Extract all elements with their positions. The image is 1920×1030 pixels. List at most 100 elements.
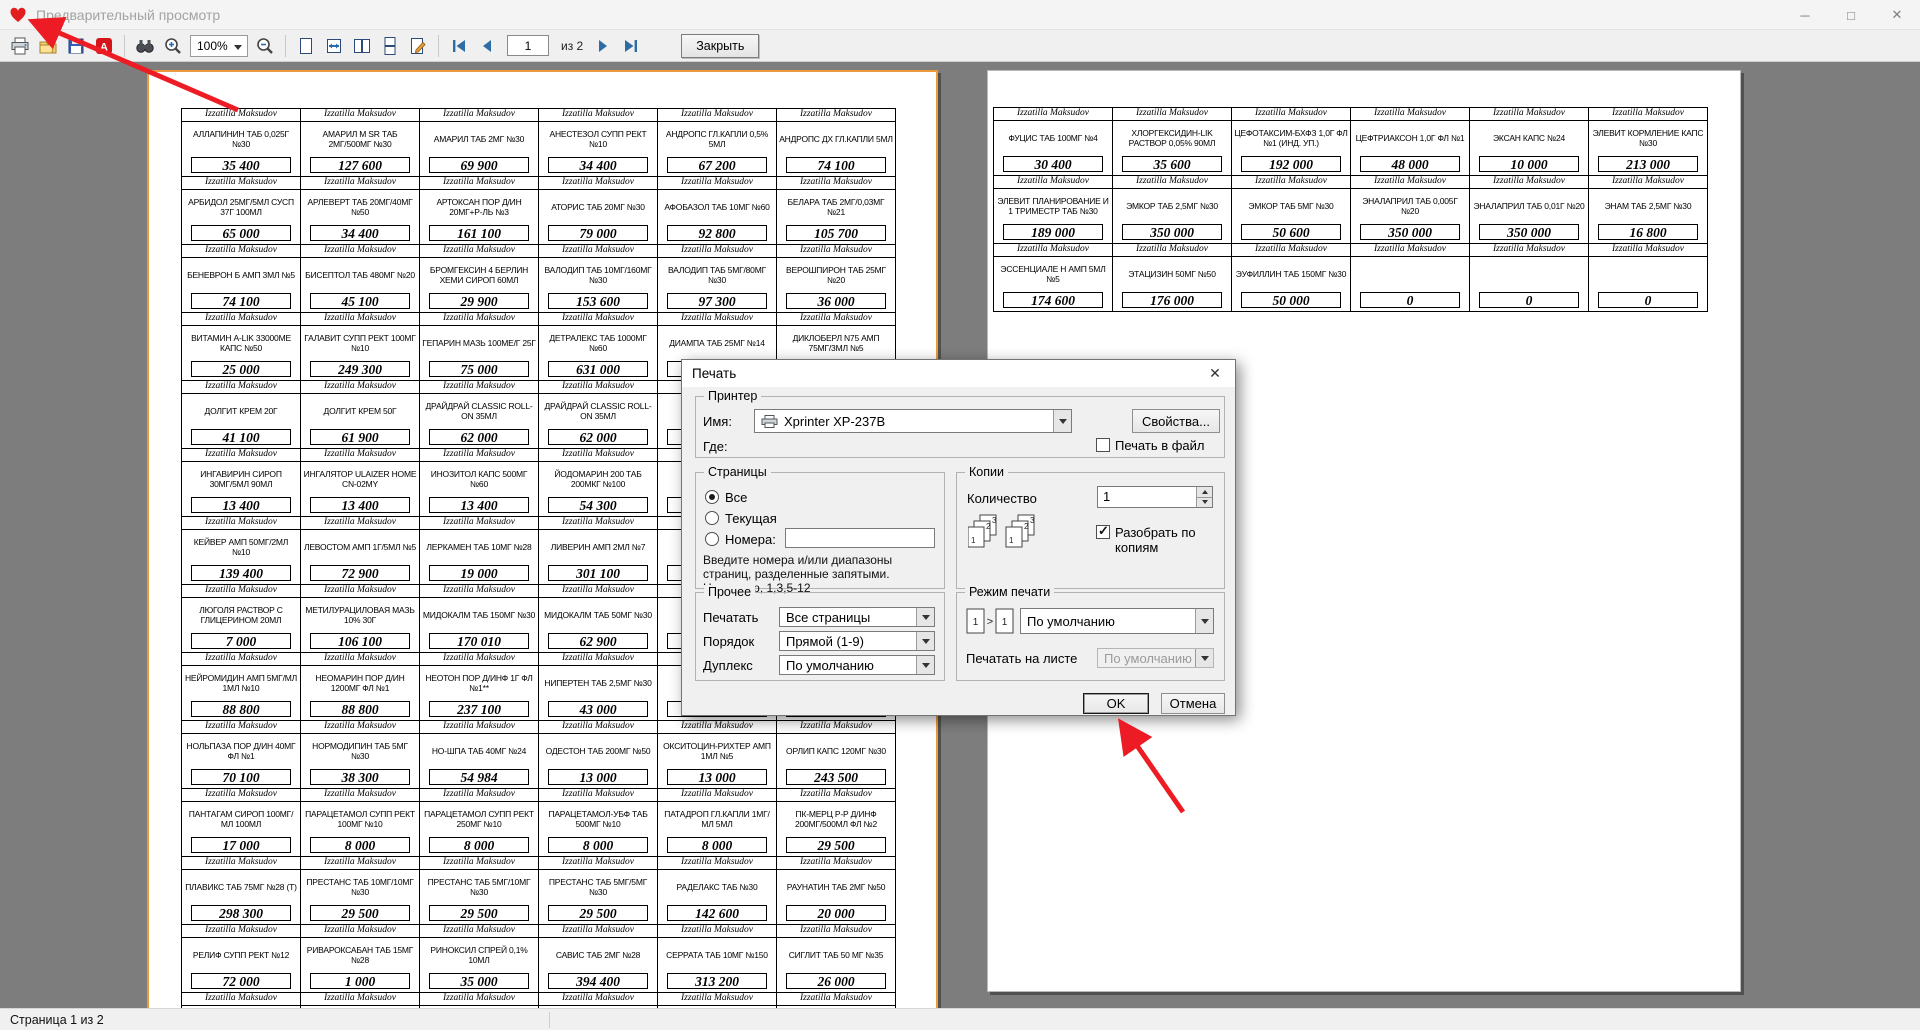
radio-all-pages[interactable] (705, 490, 719, 504)
print-on-sheet-combo[interactable]: По умолчанию (1097, 648, 1214, 668)
radio-current-page[interactable] (705, 511, 719, 525)
price-label: Izzatilla MaksudovСАВИС ТАБ 2МГ №28394 4… (539, 925, 658, 993)
label-product-name: БЕЛАРА ТАБ 2МГ/0,03МГ №21 (777, 190, 895, 224)
quantity-spinner[interactable]: 1 (1097, 486, 1213, 508)
radio-page-numbers[interactable] (705, 532, 719, 546)
label-product-name: ЛЮГОЛЯ РАСТВОР С ГЛИЦЕРИНОМ 20МЛ (182, 598, 300, 632)
label-owner-name: Izzatilla Maksudov (301, 653, 419, 666)
print-mode-dropdown[interactable] (1195, 609, 1213, 633)
first-page-button[interactable] (445, 33, 472, 59)
print-to-file-checkbox[interactable] (1096, 438, 1110, 452)
close-preview-button[interactable]: Закрыть (681, 34, 759, 58)
label-owner-name: Izzatilla Maksudov (777, 789, 895, 802)
label-price: 97 300 (667, 293, 767, 309)
prev-page-button[interactable] (473, 33, 500, 59)
page-numbers-input[interactable] (785, 528, 935, 548)
page-count-label: из 2 (561, 39, 583, 53)
minimize-button[interactable]: ─ (1782, 0, 1828, 30)
print-mode-combo[interactable]: По умолчанию (1020, 608, 1214, 634)
label-price: 105 700 (786, 225, 886, 241)
price-label: Izzatilla MaksudovЛЮГОЛЯ РАСТВОР С ГЛИЦЕ… (182, 585, 301, 653)
price-label: Izzatilla MaksudovПРЕСТАНС ТАБ 10МГ/10МГ… (301, 857, 420, 925)
label-product-name: ГЕПАРИН МАЗЬ 100МЕ/Г 25Г (420, 326, 538, 360)
label-owner-name: Izzatilla Maksudov (1589, 244, 1707, 257)
page-width-button[interactable] (320, 33, 347, 59)
whole-page-button[interactable] (292, 33, 319, 59)
last-page-button[interactable] (617, 33, 644, 59)
price-label: Izzatilla MaksudovФУЦИС ТАБ 100МГ №430 4… (994, 108, 1113, 176)
printer-icon (10, 36, 30, 56)
pdf-export-button[interactable]: A (90, 33, 117, 59)
print-on-sheet-dropdown[interactable] (1195, 649, 1213, 667)
price-label: Izzatilla MaksudovВИТАМИН А-LIK 33000МЕ … (182, 313, 301, 381)
label-price: 13 000 (667, 769, 767, 785)
label-price: 70 100 (191, 769, 291, 785)
print-mode-icon: 1 > 1 (966, 606, 1014, 636)
spinner-down-button[interactable] (1197, 498, 1212, 508)
properties-button[interactable]: Свойства... (1132, 409, 1220, 433)
label-price: 153 600 (548, 293, 648, 309)
label-product-name: МИДОКАЛМ ТАБ 50МГ №30 (539, 598, 657, 632)
find-button[interactable] (131, 33, 158, 59)
collate-checkbox[interactable] (1096, 525, 1110, 539)
price-label: Izzatilla MaksudovБИСЕПТОЛ ТАБ 480МГ №20… (301, 245, 420, 313)
label-price: 92 800 (667, 225, 767, 241)
page-number-input[interactable] (507, 35, 549, 56)
edit-page-button[interactable] (404, 33, 431, 59)
open-button[interactable] (34, 33, 61, 59)
duplex-combo[interactable]: По умолчанию (779, 655, 935, 675)
price-label: Izzatilla MaksudovДОЛГИТ КРЕМ 50Г61 900 (301, 381, 420, 449)
zoom-out-button[interactable] (251, 33, 278, 59)
next-page-button[interactable] (589, 33, 616, 59)
printer-combo-dropdown[interactable] (1053, 410, 1071, 432)
label-product-name: ЭНАЛАПРИЛ ТАБ 0,005Г №20 (1351, 189, 1469, 223)
save-button[interactable] (62, 33, 89, 59)
dialog-close-button[interactable]: ✕ (1196, 361, 1234, 386)
chevron-down-icon (1201, 656, 1209, 661)
label-owner-name: Izzatilla Maksudov (182, 177, 300, 190)
price-label: Izzatilla MaksudovПАРАЦЕТАМОЛ-УБФ ТАБ 50… (539, 789, 658, 857)
print-on-sheet-value: По умолчанию (1104, 651, 1192, 666)
label-owner-name: Izzatilla Maksudov (539, 381, 657, 394)
label-owner-name: Izzatilla Maksudov (301, 993, 419, 1006)
print-what-combo[interactable]: Все страницы (779, 607, 935, 627)
duplex-dropdown[interactable] (916, 656, 934, 674)
toolbar: A 100% из 2 Закрыть (0, 30, 1920, 62)
maximize-button[interactable]: □ (1828, 0, 1874, 30)
label-owner-name: Izzatilla Maksudov (539, 857, 657, 870)
continuous-pages-button[interactable] (376, 33, 403, 59)
label-product-name: МИДОКАЛМ ТАБ 150МГ №30 (420, 598, 538, 632)
label-product-name: ЭНАЛАПРИЛ ТАБ 0,01Г №20 (1470, 189, 1588, 223)
print-button[interactable] (6, 33, 33, 59)
svg-text:2: 2 (1024, 522, 1029, 531)
price-label: Izzatilla MaksudovЭМКОР ТАБ 5МГ №3050 60… (1232, 176, 1351, 244)
print-what-dropdown[interactable] (916, 608, 934, 626)
quantity-value: 1 (1103, 489, 1110, 504)
facing-pages-button[interactable] (348, 33, 375, 59)
cancel-button[interactable]: Отмена (1161, 693, 1225, 714)
label-product-name: ЭССЕНЦИАЛЕ Н АМП 5МЛ №5 (994, 257, 1112, 291)
status-bar: Страница 1 из 2 (0, 1008, 1920, 1030)
label-owner-name: Izzatilla Maksudov (182, 857, 300, 870)
printer-combo[interactable]: Xprinter XP-237B (754, 409, 1072, 433)
label-price: 8 000 (429, 837, 529, 853)
price-label: Izzatilla MaksudovАРЛЕВЕРТ ТАБ 20МГ/40МГ… (301, 177, 420, 245)
label-owner-name: Izzatilla Maksudov (420, 449, 538, 462)
price-label: Izzatilla MaksudovЭССЕНЦИАЛЕ Н АМП 5МЛ №… (994, 244, 1113, 312)
label-owner-name: Izzatilla Maksudov (420, 245, 538, 258)
close-button[interactable]: ✕ (1874, 0, 1920, 30)
print-dialog-titlebar[interactable]: Печать ✕ (682, 360, 1235, 387)
label-product-name: НЕЙРОМИДИН АМП 5МГ/МЛ 1МЛ №10 (182, 666, 300, 700)
label-owner-name: Izzatilla Maksudov (539, 245, 657, 258)
label-price: 88 800 (191, 701, 291, 717)
label-price: 50 600 (1241, 224, 1341, 240)
label-price: 72 000 (191, 973, 291, 989)
zoom-in-button[interactable] (159, 33, 186, 59)
spinner-up-button[interactable] (1197, 487, 1212, 498)
label-owner-name: Izzatilla Maksudov (301, 585, 419, 598)
ok-button[interactable]: OK (1083, 693, 1149, 714)
order-combo[interactable]: Прямой (1-9) (779, 631, 935, 651)
order-dropdown[interactable] (916, 632, 934, 650)
label-price: 0 (1479, 292, 1579, 308)
zoom-level-combo[interactable]: 100% (190, 35, 248, 57)
